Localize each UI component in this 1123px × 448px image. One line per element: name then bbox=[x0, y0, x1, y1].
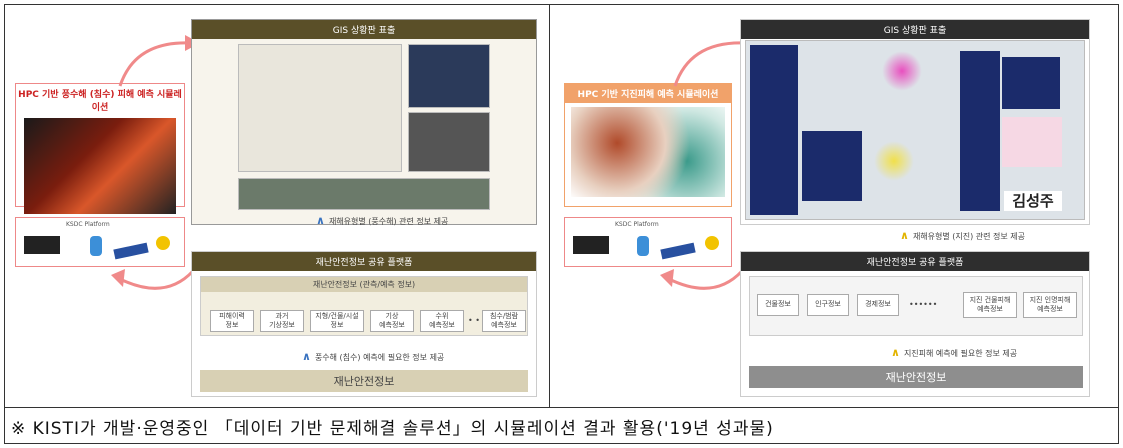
flood-hpc-box: HPC 기반 풍수해 (침수) 피해 예측 시뮬레이션 bbox=[15, 83, 185, 214]
ksdc-label: KSDC Platform bbox=[615, 221, 659, 228]
figure-caption: ※ KISTI가 개발·운영중인 「데이터 기반 문제해결 솔루션」의 시뮬레이… bbox=[5, 407, 1118, 443]
quake-item-5: 지진 인명피해 예측정보 bbox=[1023, 292, 1077, 318]
flood-gis-note-text: 재해유형별 (풍수해) 관련 정보 제공 bbox=[328, 217, 449, 226]
storage-icon bbox=[90, 236, 102, 256]
satellite-image-2 bbox=[408, 112, 490, 172]
flood-item-3: 지형/건물/시설 정보 bbox=[310, 310, 364, 332]
flood-needed-note-text: 풍수해 (침수) 예측에 필요한 정보 제공 bbox=[314, 353, 445, 362]
flood-item-6: 침수/범람 예측정보 bbox=[482, 310, 526, 332]
quake-legend-panel bbox=[960, 51, 1000, 211]
quake-item-2: 인구정보 bbox=[807, 294, 849, 316]
flood-info-sub: 재난안전정보 (관측/예측 정보) bbox=[201, 277, 527, 292]
flood-item-5: 수위 예측정보 bbox=[420, 310, 464, 332]
quake-needed-note: ∧ 지진피해 예측에 필요한 정보 제공 bbox=[891, 346, 1017, 359]
server-icon bbox=[24, 236, 60, 254]
satellite-image-1 bbox=[408, 44, 490, 108]
network-icon bbox=[113, 242, 149, 260]
flood-gis-note: ∧ 재해유형별 (풍수해) 관련 정보 제공 bbox=[316, 214, 448, 227]
quake-side-menu bbox=[750, 45, 798, 215]
flood-arrow-back bbox=[111, 269, 195, 290]
flood-needed-note: ∧ 풍수해 (침수) 예측에 필요한 정보 제공 bbox=[302, 350, 444, 363]
quake-arrow-back bbox=[660, 269, 744, 290]
flood-platform-panel: 재난안전정보 공유 플랫폼 재난안전정보 (관측/예측 정보) 피해이력 정보 과… bbox=[191, 251, 537, 397]
flood-platform-box: KSDC Platform bbox=[15, 217, 185, 267]
ksdc-label: KSDC Platform bbox=[66, 221, 110, 228]
network-icon bbox=[660, 242, 696, 260]
figure-frame: HPC 기반 풍수해 (침수) 피해 예측 시뮬레이션 KSDC Platfor… bbox=[4, 4, 1119, 444]
quake-platform-box: KSDC Platform bbox=[564, 217, 732, 267]
storage-icon bbox=[637, 236, 649, 256]
quake-dots: •••••• bbox=[909, 300, 938, 309]
flood-diagram: HPC 기반 풍수해 (침수) 피해 예측 시뮬레이션 KSDC Platfor… bbox=[5, 5, 550, 407]
quake-diagram: HPC 기반 지진피해 예측 시뮬레이션 KSDC Platform GIS 상… bbox=[550, 5, 1118, 407]
quake-info-box bbox=[802, 131, 862, 201]
flood-bottom-bar: 재난안전정보 bbox=[200, 370, 528, 392]
flood-photo-strip bbox=[238, 178, 490, 210]
quake-needed-note-text: 지진피해 예측에 필요한 정보 제공 bbox=[903, 349, 1018, 358]
up-arrow-icon: ∧ bbox=[891, 346, 900, 359]
quake-hpc-box: HPC 기반 지진피해 예측 시뮬레이션 bbox=[564, 83, 732, 207]
quake-item-4: 지진 건물피해 예측정보 bbox=[963, 292, 1017, 318]
quake-chart bbox=[1002, 117, 1062, 167]
flood-platform-title: 재난안전정보 공유 플랫폼 bbox=[192, 252, 536, 271]
quake-platform-panel: 재난안전정보 공유 플랫폼 건물정보 인구정보 경제정보 •••••• 지진 건… bbox=[740, 251, 1090, 397]
quake-gis-note: ∧ 재해유형별 (지진) 관련 정보 제공 bbox=[900, 229, 1025, 242]
flood-sim-image bbox=[24, 118, 176, 214]
flood-gis-title: GIS 상황판 표출 bbox=[192, 20, 536, 39]
flood-item-2: 과거 기상정보 bbox=[260, 310, 304, 332]
quake-item-3: 경제정보 bbox=[857, 294, 899, 316]
quake-map: 김성주 bbox=[745, 40, 1085, 220]
up-arrow-icon: ∧ bbox=[316, 214, 325, 227]
up-arrow-icon: ∧ bbox=[900, 229, 909, 242]
flood-gis-panel: GIS 상황판 표출 ∧ 재해유형별 (풍수해) 관련 정보 제공 bbox=[191, 19, 537, 227]
logo-icon bbox=[156, 236, 170, 250]
quake-gis-title: GIS 상황판 표출 bbox=[741, 20, 1089, 39]
quake-platform-title: 재난안전정보 공유 플랫폼 bbox=[741, 252, 1089, 271]
quake-sim-image bbox=[571, 107, 725, 197]
flood-map bbox=[238, 44, 402, 172]
quake-bottom-bar: 재난안전정보 bbox=[749, 366, 1083, 388]
flood-item-1: 피해이력 정보 bbox=[210, 310, 254, 332]
quake-item-1: 건물정보 bbox=[757, 294, 799, 316]
logo-icon bbox=[705, 236, 719, 250]
sign-name: 김성주 bbox=[1004, 191, 1062, 211]
quake-gis-note-text: 재해유형별 (지진) 관련 정보 제공 bbox=[912, 232, 1026, 241]
quake-hotspot-2 bbox=[874, 141, 914, 181]
quake-count-box bbox=[1002, 57, 1060, 109]
flood-item-4: 기상 예측정보 bbox=[370, 310, 414, 332]
quake-gis-panel: GIS 상황판 표출 김성주 bbox=[740, 19, 1090, 225]
quake-hotspot-1 bbox=[882, 51, 922, 91]
server-icon bbox=[573, 236, 609, 254]
up-arrow-icon: ∧ bbox=[302, 350, 311, 363]
